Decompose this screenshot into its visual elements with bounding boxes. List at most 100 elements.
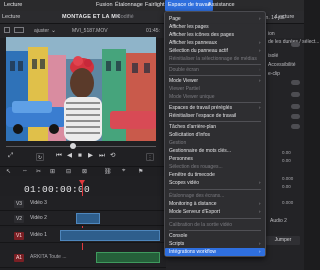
- video-clip[interactable]: [60, 230, 160, 241]
- scrubber-handle[interactable]: [70, 143, 76, 149]
- inspector-toggle[interactable]: [291, 104, 300, 109]
- chevron-right-icon: ›: [259, 16, 261, 21]
- audio-clip[interactable]: [96, 252, 160, 263]
- menu-item-scripts[interactable]: Scripts ›: [165, 241, 265, 247]
- menu-item-sollicitation-infos[interactable]: Sollicitation d'infos: [165, 132, 265, 138]
- chevron-right-icon: ›: [259, 105, 261, 110]
- track-tag[interactable]: V3: [14, 200, 24, 208]
- track-tag[interactable]: V1: [14, 232, 24, 240]
- menu-item-afficher-panneaux[interactable]: Afficher les panneaux ›: [165, 40, 265, 46]
- menu-item-console[interactable]: Console: [165, 233, 265, 239]
- fullscreen-icon[interactable]: ⤢: [8, 152, 13, 160]
- viewer-layout-icon[interactable]: [4, 27, 10, 33]
- stop-icon[interactable]: ■: [78, 152, 82, 160]
- skip-to-end-icon[interactable]: ⏭: [99, 152, 105, 160]
- chevron-down-icon[interactable]: ⌄: [51, 27, 56, 34]
- inspector-toggle[interactable]: [291, 80, 300, 85]
- menu-item-espaces-preregles[interactable]: Espaces de travail préréglés ›: [165, 105, 265, 111]
- menu-item-page[interactable]: Page ›: [165, 16, 265, 22]
- menu-item-integrations-workflow[interactable]: Intégrations workflow ›: [165, 248, 265, 256]
- play-icon[interactable]: ▶: [88, 152, 93, 160]
- jumper-button[interactable]: Jumper: [266, 236, 300, 245]
- insert-icon[interactable]: ⊞: [50, 168, 55, 175]
- menu-item-mode-viewer-unique: Mode Viewer unique: [169, 94, 215, 100]
- trim-tool-icon[interactable]: ⇔: [22, 168, 28, 174]
- loop-icon[interactable]: ↻: [36, 153, 44, 161]
- link-icon[interactable]: ⛓: [104, 168, 112, 175]
- inspector-label: ion: [268, 31, 275, 37]
- viewer-scrubber[interactable]: [6, 143, 156, 149]
- blade-tool-icon[interactable]: ✂: [36, 168, 41, 175]
- menu-assistance[interactable]: Assistance: [208, 2, 235, 8]
- timeline-toolbar: ↖ ⇔ ✂ ⊞ ⊟ ⊠ ⛓ ⌖ ⚑: [0, 166, 166, 176]
- menu-item-viewer-partiel: Viewer Partiel: [169, 86, 200, 92]
- chevron-right-icon: ›: [259, 241, 261, 246]
- track-name: Vidéo 3: [30, 200, 47, 206]
- zoom-selector[interactable]: ajuster: [34, 28, 49, 34]
- menu-item-selection-panneau-actif[interactable]: Sélection du panneau actif ›: [165, 48, 265, 54]
- inspector-value[interactable]: 0.00: [282, 158, 291, 163]
- video-viewer[interactable]: [6, 37, 156, 141]
- menu-item-mode-viewer[interactable]: Mode Viewer ›: [165, 78, 265, 84]
- viewer-mode-icon[interactable]: [14, 27, 24, 33]
- inspector-toggle[interactable]: [291, 124, 300, 129]
- inspector-toggle[interactable]: [291, 114, 300, 119]
- timeline-tracks: V3 Vidéo 3 V2 Vidéo 2 V1 Vidéo 1 A1 ARKI…: [0, 196, 166, 270]
- track-clip-label: ARKITA Toute ...: [30, 254, 67, 260]
- menu-item-gestionnaire-mots-cles[interactable]: Gestionnaire de mots clés...: [165, 148, 265, 154]
- project-title: MONTAGE ET LA MK: [62, 14, 121, 20]
- chevron-right-icon: ›: [259, 180, 261, 185]
- track-row[interactable]: A1 ARKITA Toute ...: [0, 250, 166, 268]
- menu-item-fenetre-timecode[interactable]: Fenêtre du timecode: [165, 172, 265, 178]
- timeline-timecode: 01:00:00:00: [24, 184, 91, 195]
- track-row[interactable]: V3 Vidéo 3: [0, 196, 166, 211]
- menu-item-monitoring-distance[interactable]: Monitoring à distance ›: [165, 201, 265, 207]
- menu-item-reinitialiser-espace[interactable]: Réinitialiser l'espace de travail: [165, 113, 265, 119]
- skip-to-start-icon[interactable]: ⏮: [56, 152, 62, 160]
- chevron-right-icon: ›: [259, 40, 261, 45]
- inspector-value[interactable]: 0.000: [282, 200, 293, 205]
- menu-item-calibration-sortie: Calibration de la sortie vidéo: [169, 222, 233, 228]
- inspector-value[interactable]: 0.00: [282, 184, 291, 189]
- flag-icon[interactable]: ⚑: [138, 168, 143, 175]
- menu-item-etalonnage-ecrans: Étalonnage des écrans...: [169, 193, 225, 199]
- menu-espace-de-travail[interactable]: Espace de travail: [165, 0, 214, 11]
- menu-item-afficher-pages[interactable]: Afficher les pages: [165, 24, 265, 30]
- inspector-toggle[interactable]: [291, 92, 300, 97]
- overwrite-icon[interactable]: ⊟: [66, 168, 71, 175]
- cursor-tool-icon[interactable]: ↖: [6, 168, 11, 175]
- title-left-label[interactable]: Lecture: [2, 14, 20, 20]
- match-frame-icon[interactable]: ⋮: [146, 153, 154, 161]
- track-row[interactable]: V1 Vidéo 1: [0, 228, 166, 243]
- track-tag[interactable]: A1: [14, 254, 24, 262]
- menu-item-gestion: Gestion: [169, 140, 187, 146]
- menu-fairlight[interactable]: Fairlight: [145, 2, 165, 8]
- menu-item-personnes[interactable]: Personnes: [165, 156, 265, 162]
- video-clip[interactable]: [76, 213, 100, 224]
- workspace-menu: Page › Afficher les pages Afficher les ic…: [164, 11, 266, 257]
- menu-lecture[interactable]: Lecture: [4, 2, 22, 8]
- viewer-timecode: 01:45:: [146, 28, 160, 34]
- inspector-label: isolé: [268, 53, 279, 59]
- loop-playback-icon[interactable]: ⟲: [110, 152, 115, 160]
- play-reverse-icon[interactable]: ◀: [67, 152, 72, 160]
- track-row[interactable]: V2 Vidéo 2: [0, 211, 166, 226]
- transport-controls: ⤢ ↻ ⏮ ◀ ■ ▶ ⏭ ⟲ ⋮: [0, 150, 166, 164]
- scrubber-track[interactable]: [6, 146, 156, 147]
- menu-item-taches-arriere-plan[interactable]: Tâches d'arrière-plan: [165, 124, 265, 130]
- track-tag[interactable]: V2: [14, 215, 24, 223]
- menu-separator: [169, 189, 261, 190]
- menu-item-scopes-video[interactable]: Scopes vidéo ›: [165, 180, 265, 186]
- inspector-value[interactable]: 0.000: [282, 176, 293, 181]
- chevron-right-icon: ›: [259, 249, 261, 254]
- menu-item-afficher-icones-pages[interactable]: Afficher les icônes des pages: [165, 32, 265, 38]
- track-name: Vidéo 1: [30, 232, 47, 238]
- replace-icon[interactable]: ⊠: [82, 168, 87, 175]
- inspector-value[interactable]: 0.00: [282, 150, 291, 155]
- menu-etalonnage[interactable]: Étalonnage: [115, 2, 143, 8]
- menu-fusion[interactable]: Fusion: [96, 2, 113, 8]
- snap-icon[interactable]: ⌖: [122, 168, 125, 175]
- inspector-toggle[interactable]: [291, 42, 300, 47]
- menu-item-mode-serveur-export[interactable]: Mode Serveur d'Export ›: [165, 209, 265, 215]
- menu-separator: [169, 218, 261, 219]
